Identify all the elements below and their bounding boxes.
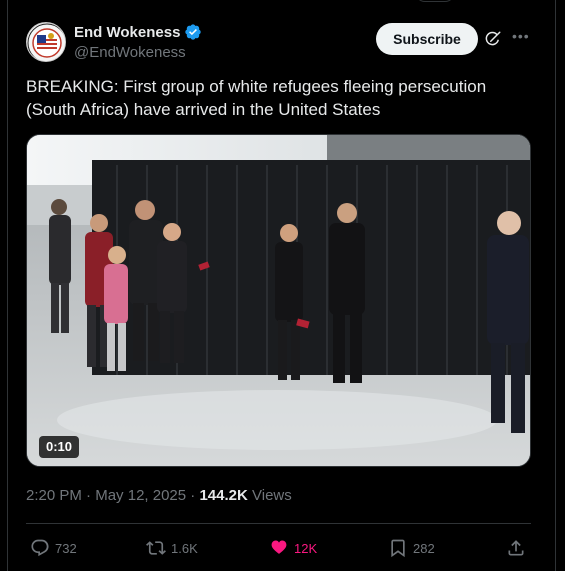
meta-separator: ·: [190, 487, 196, 504]
tweet-date[interactable]: May 12, 2025: [95, 487, 186, 504]
action-bar: 732 1.6K 12K 282: [26, 533, 531, 563]
share-button[interactable]: [506, 533, 526, 563]
reply-icon: [31, 539, 49, 557]
video-frame: [27, 135, 530, 466]
views-label: Views: [252, 487, 292, 504]
video-player[interactable]: 0:10: [26, 134, 531, 467]
display-name-row: End Wokeness: [74, 23, 202, 41]
bookmark-button[interactable]: 282: [388, 533, 435, 563]
tweet-text: BREAKING: First group of white refugees …: [26, 77, 487, 119]
video-duration-badge: 0:10: [39, 436, 80, 458]
tweet-meta: 2:20 PM · May 12, 2025 · 144.2K Views: [26, 487, 292, 504]
more-icon[interactable]: •••: [512, 28, 534, 48]
tweet-header: End Wokeness @EndWokeness Subscribe •••: [26, 22, 536, 66]
subscribe-button[interactable]: Subscribe: [376, 23, 478, 55]
share-icon: [508, 540, 524, 556]
meta-separator: ·: [86, 487, 92, 504]
repost-count: 1.6K: [171, 540, 198, 556]
tweet-time[interactable]: 2:20 PM: [26, 487, 82, 504]
grok-icon[interactable]: [484, 30, 502, 48]
avatar[interactable]: [26, 22, 66, 62]
window-top-edge: [0, 0, 565, 14]
reply-button[interactable]: 732: [30, 533, 77, 563]
timeline-left-border: [7, 0, 8, 571]
like-count: 12K: [294, 540, 318, 556]
author-handle[interactable]: @EndWokeness: [74, 44, 202, 61]
verified-badge-icon: [185, 24, 202, 40]
reply-count: 732: [55, 540, 77, 556]
divider: [26, 523, 531, 524]
views-count: 144.2K: [199, 487, 248, 504]
author-names: End Wokeness @EndWokeness: [74, 23, 202, 61]
like-button[interactable]: 12K: [269, 533, 317, 563]
timeline-right-border: [555, 0, 556, 571]
top-edge-tab: [415, 0, 455, 2]
repost-button[interactable]: 1.6K: [146, 533, 198, 563]
bookmark-icon: [391, 539, 405, 558]
repost-icon: [146, 541, 166, 555]
bookmark-count: 282: [413, 540, 435, 556]
heart-icon: [271, 540, 287, 554]
display-name[interactable]: End Wokeness: [74, 24, 180, 41]
